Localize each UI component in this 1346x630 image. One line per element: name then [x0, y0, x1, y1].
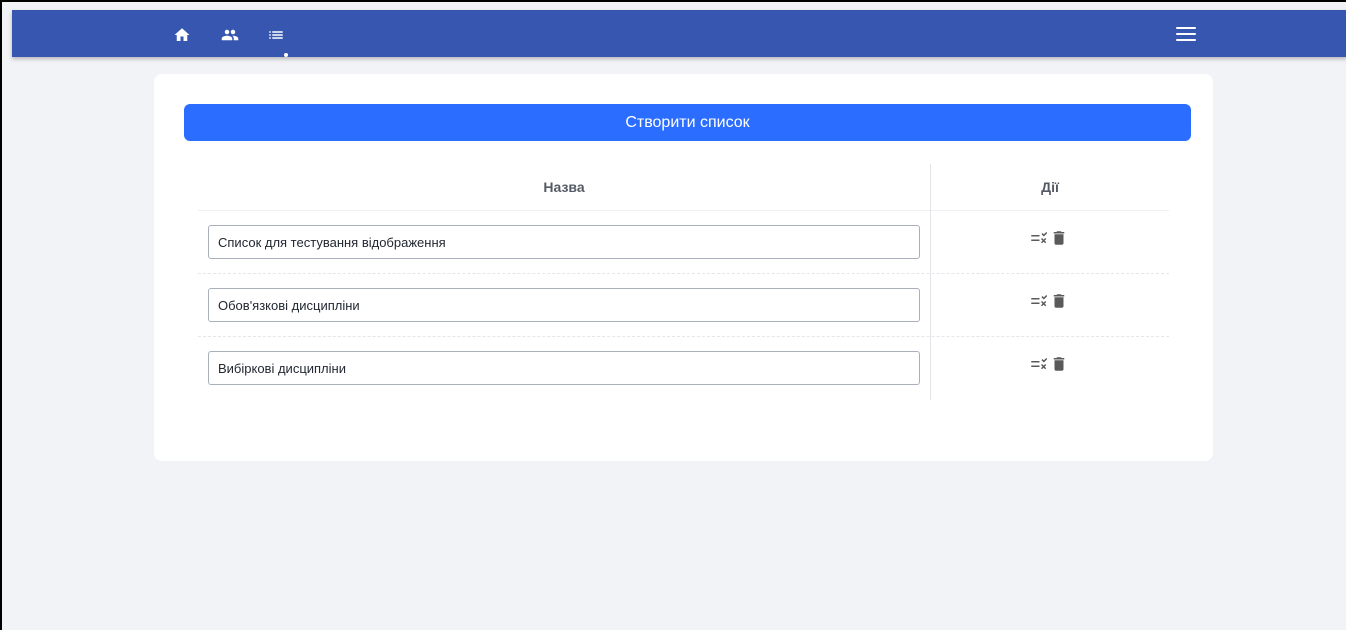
app-frame: Створити список Назва Дії	[0, 0, 1346, 630]
list-name-input[interactable]	[208, 225, 920, 259]
table-row	[198, 337, 1169, 400]
home-icon[interactable]	[172, 25, 192, 45]
list-name-input[interactable]	[208, 351, 920, 385]
column-header-actions: Дії	[1041, 179, 1059, 195]
delete-icon[interactable]	[1050, 229, 1068, 247]
hamburger-menu-icon[interactable]	[1174, 24, 1198, 44]
active-nav-indicator	[284, 53, 288, 57]
edit-list-icon[interactable]	[1029, 229, 1047, 247]
column-header-name: Назва	[543, 179, 585, 195]
row-actions	[1029, 355, 1068, 373]
list-icon[interactable]	[266, 25, 286, 45]
row-actions	[1029, 229, 1068, 247]
lists-card: Створити список Назва Дії	[154, 74, 1213, 461]
delete-icon[interactable]	[1050, 292, 1068, 310]
edit-list-icon[interactable]	[1029, 355, 1047, 373]
list-name-input[interactable]	[208, 288, 920, 322]
delete-icon[interactable]	[1050, 355, 1068, 373]
table-row	[198, 274, 1169, 337]
row-actions	[1029, 292, 1068, 310]
edit-list-icon[interactable]	[1029, 292, 1047, 310]
people-icon[interactable]	[220, 25, 240, 45]
lists-table: Назва Дії	[198, 164, 1169, 470]
create-list-button[interactable]: Створити список	[184, 104, 1191, 141]
top-nav-bar	[12, 10, 1346, 57]
table-row	[198, 211, 1169, 274]
